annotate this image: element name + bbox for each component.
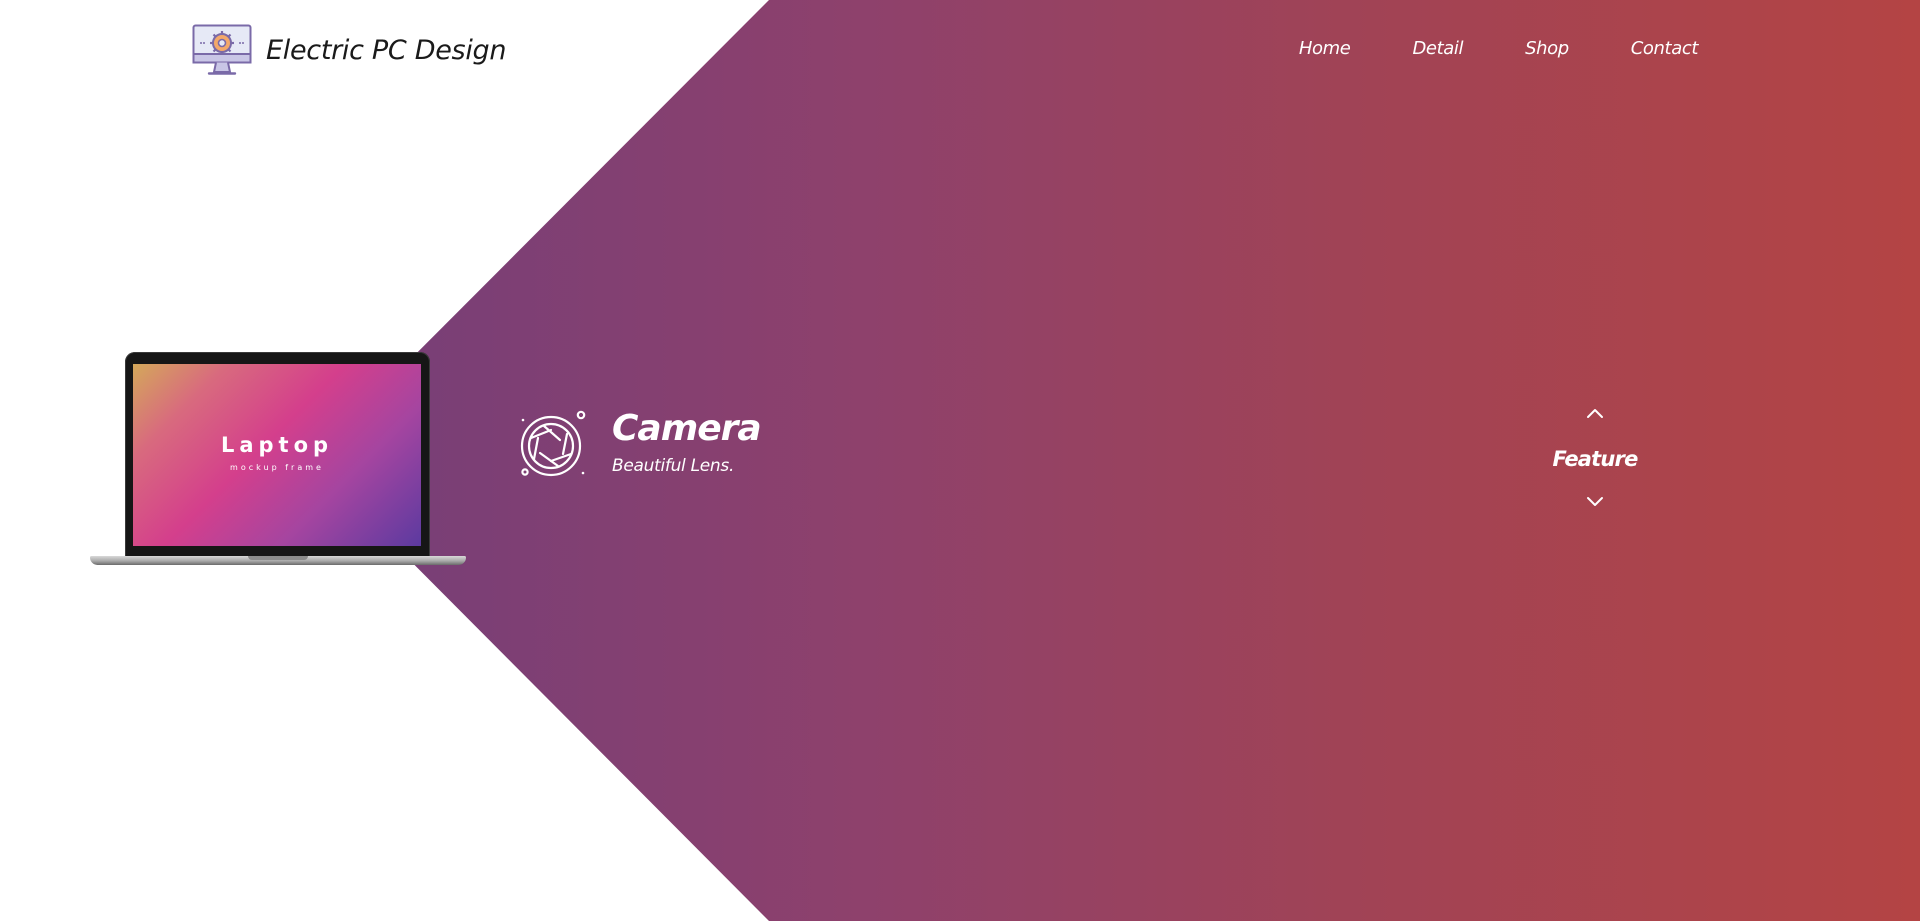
laptop-screen: Laptop mockup frame (133, 364, 421, 546)
laptop-lid: Laptop mockup frame (125, 352, 430, 558)
laptop-screen-subtitle: mockup frame (230, 462, 324, 472)
monitor-gear-icon (192, 24, 252, 75)
nav-shop[interactable]: Shop (1525, 38, 1569, 59)
brand-name: Electric PC Design (266, 34, 507, 66)
nav-contact[interactable]: Contact (1631, 38, 1699, 59)
chevron-up-icon[interactable] (1584, 405, 1606, 421)
laptop-screen-title: Laptop (220, 432, 334, 457)
nav-home[interactable]: Home (1299, 38, 1351, 59)
feature-title: Camera (612, 408, 762, 449)
camera-aperture-icon (520, 410, 586, 477)
laptop-mockup-image: Laptop mockup frame (90, 352, 466, 568)
laptop-notch (248, 556, 308, 560)
feature-subtitle: Beautiful Lens. (612, 456, 735, 476)
page: Electric PC Design Home Detail Shop Cont… (0, 0, 1920, 921)
chevron-down-icon[interactable] (1584, 494, 1606, 510)
main-nav: Home Detail Shop Contact (1237, 38, 1699, 59)
feature-switcher-label: Feature (1552, 447, 1638, 471)
nav-detail[interactable]: Detail (1412, 38, 1463, 59)
site-logo[interactable]: Electric PC Design (192, 24, 506, 76)
